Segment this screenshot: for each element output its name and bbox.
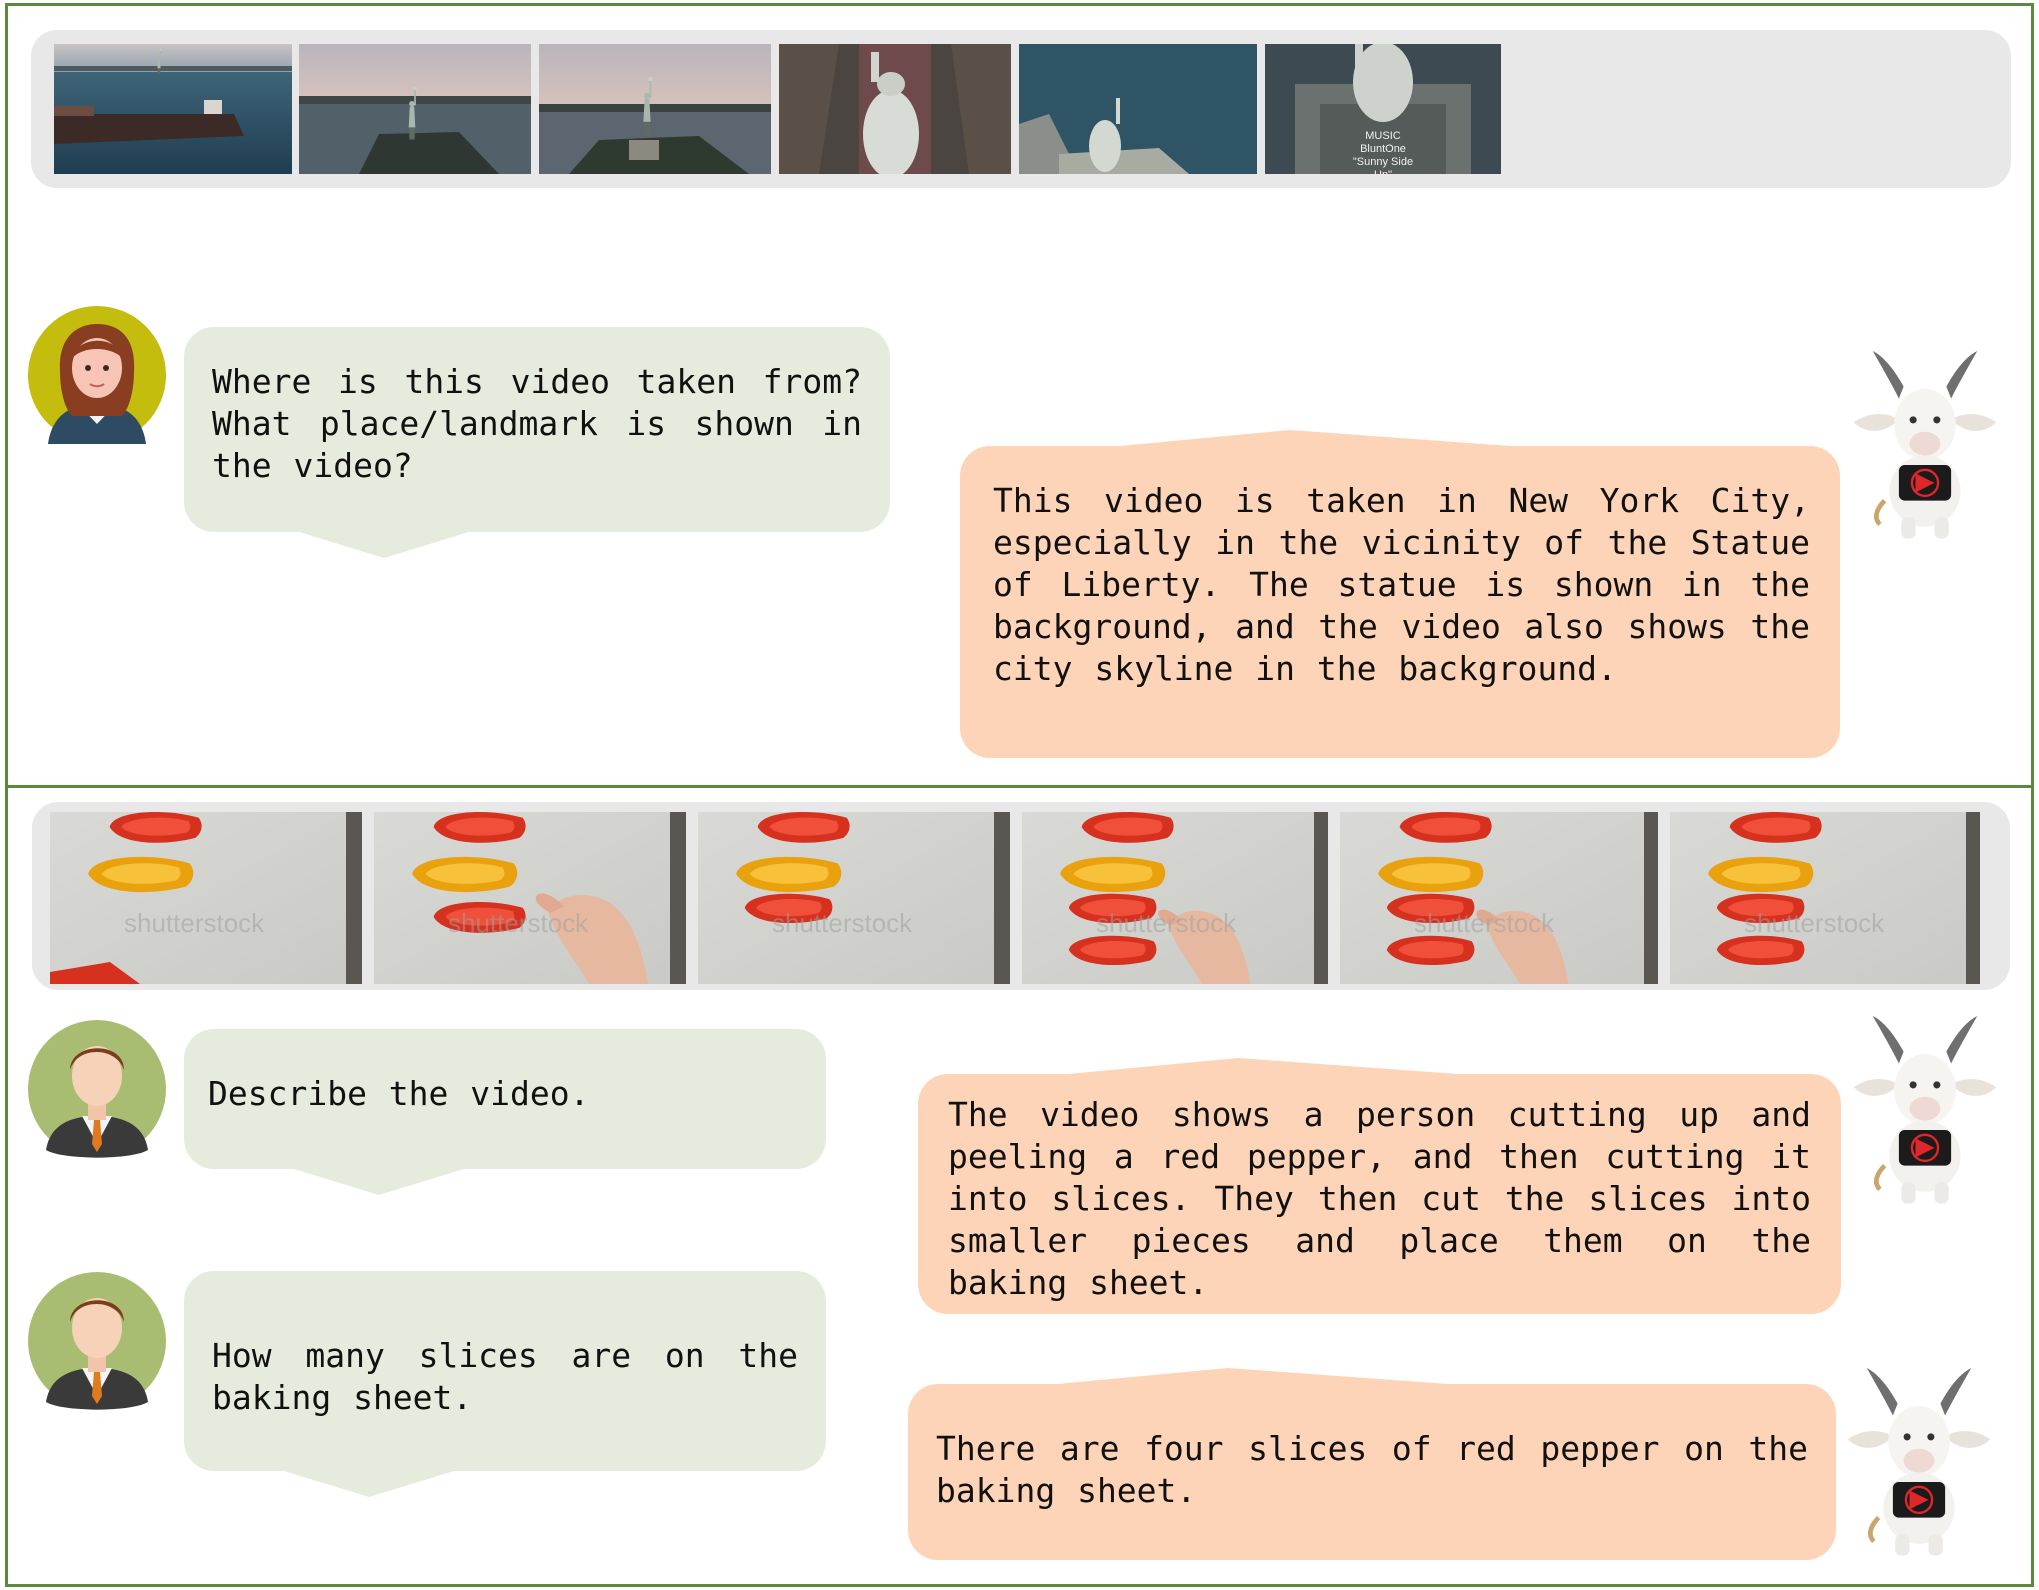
video-frame-6[interactable]: shutterstock <box>1670 812 1980 984</box>
watermark: shutterstock <box>448 908 589 938</box>
video-frame-4[interactable]: shutterstock <box>1022 812 1328 984</box>
video-frame-5[interactable]: shutterstock <box>1340 812 1658 984</box>
assistant-goat-avatar <box>1840 1016 2010 1206</box>
video-frames-strip: shutterstock shutterstock shutterstock s… <box>32 802 2010 990</box>
user-avatar-man <box>28 1020 166 1158</box>
video-frame-3[interactable] <box>539 44 771 174</box>
user-message-text: Describe the video. <box>208 1074 590 1113</box>
music-credit: MUSIC BluntOne "Sunny Side Up" <box>1352 130 1414 174</box>
assistant-message-text: The video shows a person cutting up and … <box>948 1095 1811 1302</box>
user-message-1: Where is this video taken from? What pla… <box>184 327 890 558</box>
watermark: shutterstock <box>772 908 913 938</box>
watermark: shutterstock <box>1096 908 1237 938</box>
video-frame-6[interactable]: MUSIC BluntOne "Sunny Side Up" <box>1265 44 1501 174</box>
watermark: shutterstock <box>1414 908 1555 938</box>
conversation-panel-1: MUSIC BluntOne "Sunny Side Up" Where is … <box>5 3 2034 788</box>
assistant-message-text: There are four slices of red pepper on t… <box>936 1429 1808 1510</box>
video-frame-5[interactable] <box>1019 44 1257 174</box>
watermark: shutterstock <box>1744 908 1885 938</box>
conversation-panel-2: shutterstock shutterstock shutterstock s… <box>5 785 2034 1587</box>
user-message-text: How many slices are on the baking sheet. <box>212 1336 798 1417</box>
assistant-goat-avatar <box>1834 1368 2004 1558</box>
user-message-text: Where is this video taken from? What pla… <box>212 362 862 485</box>
video-frame-1[interactable] <box>54 44 292 174</box>
video-frame-2[interactable]: shutterstock <box>374 812 686 984</box>
user-message-3: How many slices are on the baking sheet. <box>184 1271 826 1497</box>
assistant-message-1: This video is taken in New York City, es… <box>960 430 1840 758</box>
assistant-message-text: This video is taken in New York City, es… <box>993 481 1810 688</box>
assistant-message-3: There are four slices of red pepper on t… <box>908 1368 1836 1560</box>
video-frames-strip: MUSIC BluntOne "Sunny Side Up" <box>31 30 2011 188</box>
assistant-goat-avatar <box>1840 351 2010 541</box>
assistant-message-2: The video shows a person cutting up and … <box>918 1058 1841 1314</box>
watermark: shutterstock <box>124 908 265 938</box>
video-frame-4[interactable] <box>779 44 1011 174</box>
video-frame-1[interactable]: shutterstock <box>50 812 362 984</box>
user-message-2: Describe the video. <box>184 1029 826 1195</box>
user-avatar-woman <box>28 306 166 444</box>
video-frame-2[interactable] <box>299 44 531 174</box>
video-frame-3[interactable]: shutterstock <box>698 812 1010 984</box>
user-avatar-man <box>28 1272 166 1410</box>
